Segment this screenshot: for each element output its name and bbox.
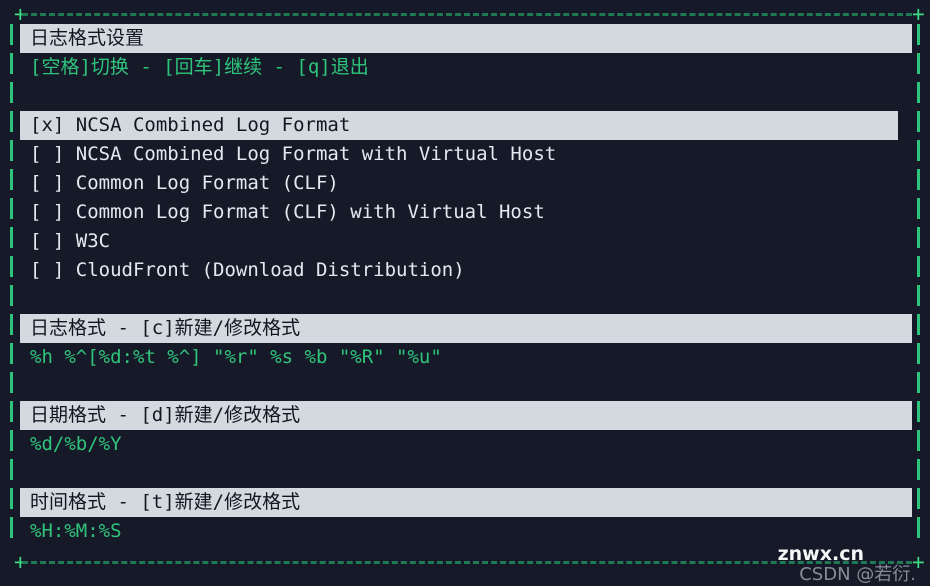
format-option-row[interactable]: [x] NCSA Combined Log Format: [20, 111, 898, 140]
keyboard-hint: [空格]切换 - [回车]继续 - [q]退出: [30, 56, 369, 78]
panel-title: 日志格式设置: [20, 24, 912, 53]
frame-pipe: [917, 517, 920, 538]
format-option-row[interactable]: [ ] NCSA Combined Log Format with Virtua…: [20, 140, 912, 169]
frame-top-border: [22, 13, 912, 16]
frame-corner-top-right: +: [912, 2, 925, 26]
frame-pipe: [917, 343, 920, 364]
frame-pipe: [10, 140, 13, 161]
frame-pipe: [10, 82, 13, 103]
dialog-content: 日志格式设置 [空格]切换 - [回车]继续 - [q]退出 [x] NCSA …: [20, 24, 912, 546]
frame-pipe: [10, 285, 13, 306]
frame-pipe: [10, 24, 13, 45]
frame-pipe: [917, 169, 920, 190]
time-format-value: %H:%M:%S: [30, 520, 122, 542]
frame-pipe: [10, 53, 13, 74]
frame-pipe: [917, 82, 920, 103]
frame-pipe: [917, 24, 920, 45]
frame-pipe: [917, 285, 920, 306]
frame-pipe: [917, 488, 920, 509]
frame-pipe: [917, 401, 920, 422]
format-option-row[interactable]: [ ] W3C: [20, 227, 912, 256]
frame-pipe: [10, 198, 13, 219]
log-format-value: %h %^[%d:%t %^] "%r" %s %b "%R" "%u": [30, 346, 442, 368]
frame-left-border: [10, 24, 13, 554]
frame-pipe: [10, 401, 13, 422]
frame-pipe: [917, 198, 920, 219]
frame-pipe: [10, 343, 13, 364]
frame-pipe: [917, 111, 920, 132]
frame-pipe: [10, 314, 13, 335]
frame-pipe: [10, 430, 13, 451]
frame-pipe: [10, 372, 13, 393]
format-option-row[interactable]: [ ] Common Log Format (CLF) with Virtual…: [20, 198, 912, 227]
frame-pipe: [917, 256, 920, 277]
frame-pipe: [917, 227, 920, 248]
frame-pipe: [10, 488, 13, 509]
format-option-row[interactable]: [ ] Common Log Format (CLF): [20, 169, 912, 198]
frame-pipe: [10, 227, 13, 248]
frame-pipe: [10, 459, 13, 480]
frame-right-border: [917, 24, 920, 554]
format-option-row[interactable]: [ ] CloudFront (Download Distribution): [20, 256, 912, 285]
frame-pipe: [917, 430, 920, 451]
frame-pipe: [10, 256, 13, 277]
watermark-secondary: CSDN @若衍.: [799, 564, 916, 585]
date-format-value: %d/%b/%Y: [30, 433, 122, 455]
date-format-section-header[interactable]: 日期格式 - [d]新建/修改格式: [20, 401, 912, 430]
frame-pipe: [917, 372, 920, 393]
frame-pipe: [10, 169, 13, 190]
frame-pipe: [917, 459, 920, 480]
frame-pipe: [917, 140, 920, 161]
frame-pipe: [917, 53, 920, 74]
frame-pipe: [10, 111, 13, 132]
frame-pipe: [917, 314, 920, 335]
terminal-screen: + + + + 日志格式设置 [空格]切换 - [回车]继续 - [q]退出 […: [0, 0, 930, 585]
frame-pipe: [10, 517, 13, 538]
time-format-section-header[interactable]: 时间格式 - [t]新建/修改格式: [20, 488, 912, 517]
log-format-section-header[interactable]: 日志格式 - [c]新建/修改格式: [20, 314, 912, 343]
